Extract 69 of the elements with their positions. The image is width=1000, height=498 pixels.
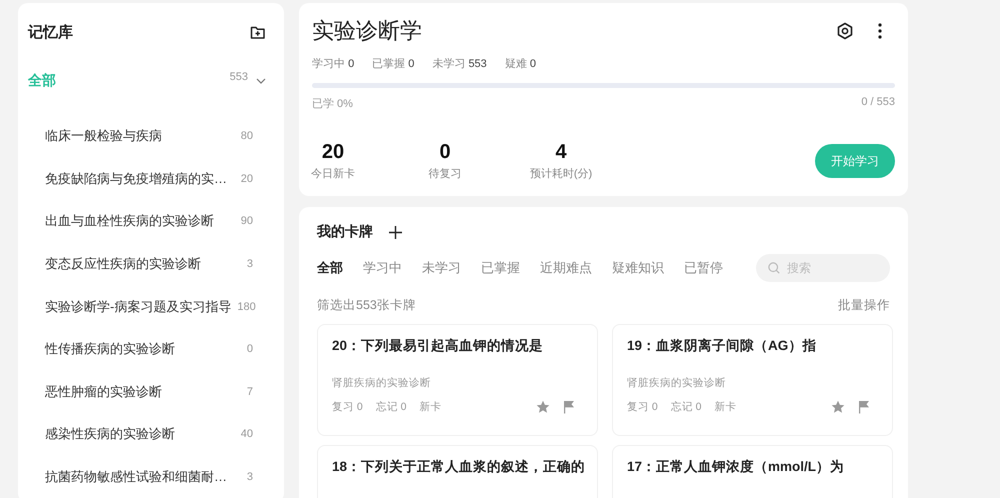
card-title: 17：正常人血钾浓度（mmol/L）为 <box>627 458 846 476</box>
hexagon-settings-icon[interactable] <box>836 22 854 40</box>
tree-item[interactable]: 出血与血栓性疾病的实验诊断 90 <box>28 200 266 243</box>
item-count: 20 <box>240 172 253 185</box>
question-card[interactable]: 19：血浆阴离子间隙（AG）指 肾脏疾病的实验诊断 复习 0 忘记 0 新卡 <box>612 324 893 436</box>
filter-count: 筛选出553张卡牌 <box>317 297 416 314</box>
summary-value: 4 <box>555 141 567 164</box>
item-count: 80 <box>240 130 253 142</box>
summary-label: 预计耗时(分) <box>530 167 592 181</box>
progress-label: 已学 0% <box>312 97 353 111</box>
summary-label: 今日新卡 <box>311 166 355 181</box>
filter-tab[interactable]: 未学习 <box>422 259 461 277</box>
item-count: 3 <box>246 258 253 270</box>
item-count: 3 <box>246 471 253 484</box>
search-icon <box>768 262 780 274</box>
filter-tab[interactable]: 近期难点 <box>540 259 592 277</box>
stat-text: 学习中 0 <box>312 57 354 71</box>
filter-tab[interactable]: 学习中 <box>363 259 402 277</box>
item-count: 90 <box>240 215 253 228</box>
flag-icon[interactable] <box>563 400 575 414</box>
stat-text: 疑难 0 <box>504 57 536 71</box>
tree-item[interactable]: 临床一般检验与疾病 80 <box>28 115 266 158</box>
review-count: 复习 0 <box>627 400 658 414</box>
item-count: 553 <box>230 71 248 83</box>
batch-link[interactable]: 批量操作 <box>838 297 890 314</box>
filter-tab[interactable]: 疑难知识 <box>612 259 664 277</box>
summary-value: 0 <box>439 141 451 164</box>
more-icon[interactable] <box>878 23 882 39</box>
review-count: 复习 0 <box>332 400 363 414</box>
forget-count: 忘记 0 <box>376 400 407 414</box>
sidebar-title: 记忆库 <box>28 23 73 42</box>
tree-item[interactable]: 感染性疾病的实验诊断 40 <box>28 413 266 456</box>
item-count: 180 <box>237 300 256 313</box>
card-title: 19：血浆阴离子间隙（AG）指 <box>627 337 818 355</box>
stat-text: 已掌握 0 <box>372 57 414 71</box>
question-card[interactable]: 18：下列关于正常人血浆的叙述，正确的 <box>317 445 598 498</box>
summary-label: 待复习 <box>428 167 462 181</box>
card-status: 新卡 <box>714 400 737 414</box>
card-category: 肾脏疾病的实验诊断 <box>332 376 432 390</box>
progress-reading: 0 / 553 <box>861 96 895 110</box>
tree-item[interactable]: 免疫缺陷病与免疫增殖病的实… 20 <box>28 158 266 200</box>
filter-tab[interactable]: 已掌握 <box>481 259 520 277</box>
card-status: 新卡 <box>420 400 442 414</box>
card-title: 20：下列最易引起高血钾的情况是 <box>332 337 544 355</box>
question-card[interactable]: 20：下列最易引起高血钾的情况是 肾脏疾病的实验诊断 复习 0 忘记 0 新卡 <box>317 324 598 436</box>
section-title: 我的卡牌 <box>317 223 373 241</box>
filter-tab[interactable]: 已暂停 <box>684 259 723 277</box>
tree-item[interactable]: 抗菌药物敏感性试验和细菌耐… 3 <box>28 456 266 498</box>
tree-item[interactable]: 恶性肿瘤的实验诊断 7 <box>28 370 266 414</box>
star-icon[interactable] <box>536 400 550 414</box>
deck-title: 实验诊断学 <box>312 17 422 45</box>
item-count: 40 <box>240 428 253 440</box>
card-title: 18：下列关于正常人血浆的叙述，正确的 <box>332 458 583 476</box>
folder-add-icon[interactable] <box>250 25 266 40</box>
item-count: 7 <box>246 386 253 398</box>
tree-item[interactable]: 性传播疾病的实验诊断 0 <box>28 328 266 371</box>
plus-icon[interactable] <box>389 226 402 238</box>
summary-value: 20 <box>322 141 344 164</box>
forget-count: 忘记 0 <box>670 400 702 414</box>
tree-item[interactable]: 变态反应性疾病的实验诊断 3 <box>28 242 266 286</box>
star-icon[interactable] <box>831 400 845 414</box>
flag-icon[interactable] <box>858 400 870 414</box>
card-category: 肾脏疾病的实验诊断 <box>627 376 727 390</box>
stat-text: 未学习 553 <box>432 57 487 71</box>
filter-tab[interactable]: 全部 <box>317 259 343 277</box>
question-card[interactable]: 17：正常人血钾浓度（mmol/L）为 <box>612 445 893 498</box>
chevron-icon[interactable] <box>256 78 266 84</box>
tree-item[interactable]: 实验诊断学-病案习题及实习指导 180 <box>28 285 266 328</box>
item-count: 0 <box>246 343 253 356</box>
